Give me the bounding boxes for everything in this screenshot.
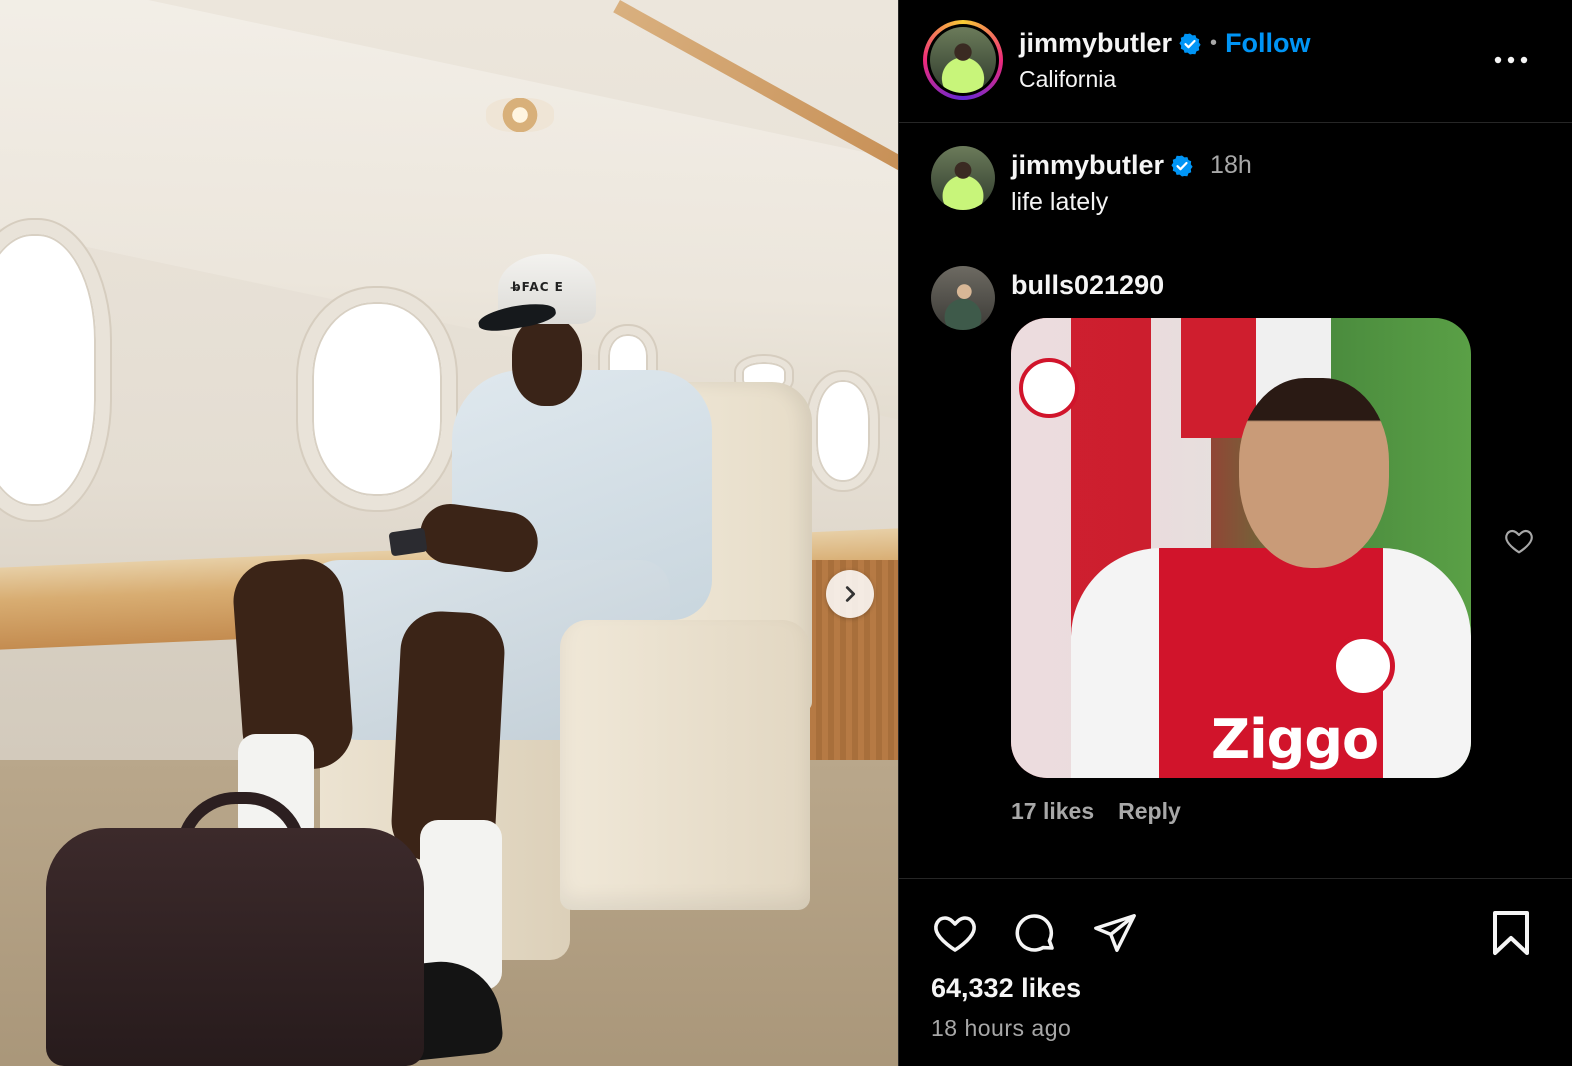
club-crest — [1331, 634, 1395, 698]
post-time-ago[interactable]: 18 hours ago — [931, 1015, 1071, 1042]
username-link[interactable]: jimmybutler — [1011, 150, 1164, 181]
save-button[interactable] — [1485, 907, 1537, 959]
location-link[interactable]: California — [1019, 66, 1116, 93]
gif-player-head — [1239, 378, 1389, 568]
comment-like-button[interactable] — [1501, 524, 1537, 560]
avatar[interactable] — [930, 27, 996, 93]
verified-badge-icon — [1171, 155, 1193, 176]
duffel-bag — [46, 828, 424, 1066]
comment-username[interactable]: bulls021290 — [1011, 270, 1164, 301]
comment-meta: 17 likes Reply — [1011, 798, 1181, 825]
club-crest — [1019, 358, 1079, 418]
sponsor-logo: Ziggo — [1211, 708, 1379, 771]
avatar[interactable] — [931, 146, 995, 210]
post-details-panel: jimmybutler • Follow California jimmybut… — [898, 0, 1572, 1066]
person-head — [512, 318, 582, 406]
verified-badge-icon — [1179, 33, 1201, 54]
like-button[interactable] — [929, 907, 981, 959]
likes-count[interactable]: 64,332 likes — [931, 973, 1081, 1004]
heart-icon — [934, 916, 976, 952]
separator-dot: • — [1210, 32, 1218, 54]
caption-meta-row: jimmybutler 18h — [1011, 150, 1252, 181]
comment-item: bulls021290 Ziggo 17 likes Reply — [931, 266, 1551, 846]
comment-button[interactable] — [1009, 907, 1061, 959]
avatar[interactable] — [931, 266, 995, 330]
next-photo-button[interactable] — [826, 570, 874, 618]
bookmark-icon — [1493, 911, 1529, 955]
heart-icon — [1505, 529, 1533, 553]
chevron-right-icon — [845, 586, 856, 602]
cabin-light — [486, 98, 554, 132]
comment-gif[interactable]: Ziggo — [1011, 318, 1471, 778]
comment-icon — [1015, 914, 1054, 952]
post-actions: 64,332 likes 18 hours ago — [899, 878, 1572, 1066]
header-name-row: jimmybutler • Follow — [1019, 28, 1311, 59]
share-button[interactable] — [1089, 907, 1141, 959]
share-icon — [1094, 914, 1136, 952]
person-phone — [388, 527, 428, 557]
post-timestamp[interactable]: 18h — [1210, 151, 1252, 180]
story-ring[interactable] — [923, 20, 1003, 100]
post-header: jimmybutler • Follow California — [899, 0, 1572, 123]
cabin-window — [808, 372, 878, 490]
post-caption: jimmybutler 18h life lately — [931, 146, 1551, 216]
seat-armrest — [560, 620, 810, 910]
more-options-button[interactable] — [1489, 42, 1533, 78]
username-link[interactable]: jimmybutler — [1019, 28, 1172, 59]
post-photo[interactable]: b̶FAC E — [0, 0, 898, 1066]
cabin-window — [298, 288, 456, 510]
reply-button[interactable]: Reply — [1118, 798, 1181, 825]
cap-logo: b̶FAC E — [512, 280, 564, 294]
more-horizontal-icon — [1494, 56, 1528, 64]
follow-button[interactable]: Follow — [1225, 28, 1310, 59]
cabin-window — [0, 220, 110, 520]
comment-likes-button[interactable]: 17 likes — [1011, 798, 1094, 825]
caption-text: life lately — [1011, 188, 1109, 216]
